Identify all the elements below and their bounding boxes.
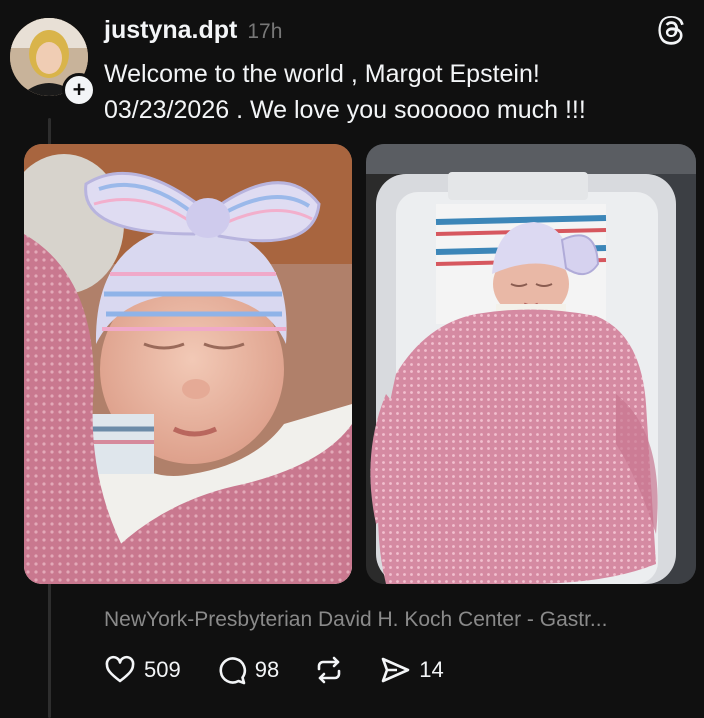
location-tag[interactable]: NewYork-Presbyterian David H. Koch Cente… [104, 608, 607, 632]
reply-button[interactable]: 98 [215, 654, 279, 686]
like-button[interactable]: 509 [104, 654, 181, 686]
repost-button[interactable] [313, 654, 345, 686]
share-count: 14 [419, 657, 444, 682]
username[interactable]: justyna.dpt [104, 16, 237, 45]
plus-icon: + [72, 77, 86, 102]
comment-icon [219, 657, 246, 685]
heart-icon [105, 655, 135, 683]
follow-button[interactable]: + [62, 73, 96, 107]
share-icon [381, 657, 410, 683]
newborn-closeup-photo[interactable] [24, 144, 352, 584]
action-bar: 509 98 14 [104, 648, 478, 692]
post-text: Welcome to the world , Margot Epstein! 0… [104, 56, 684, 128]
repost-icon [317, 656, 341, 684]
post-text-line-2: 03/23/2026 . We love you soooooo much !!… [104, 96, 586, 124]
share-button[interactable]: 14 [379, 654, 444, 686]
newborn-bassinet-photo[interactable] [366, 144, 696, 584]
like-count: 509 [144, 657, 181, 682]
post-time: 17h [247, 20, 283, 43]
reply-count: 98 [254, 657, 280, 682]
threads-logo-icon[interactable] [656, 14, 688, 46]
post-text-line-1: Welcome to the world , Margot Epstein! [104, 60, 540, 88]
post-header: justyna.dpt 17h [104, 16, 282, 48]
